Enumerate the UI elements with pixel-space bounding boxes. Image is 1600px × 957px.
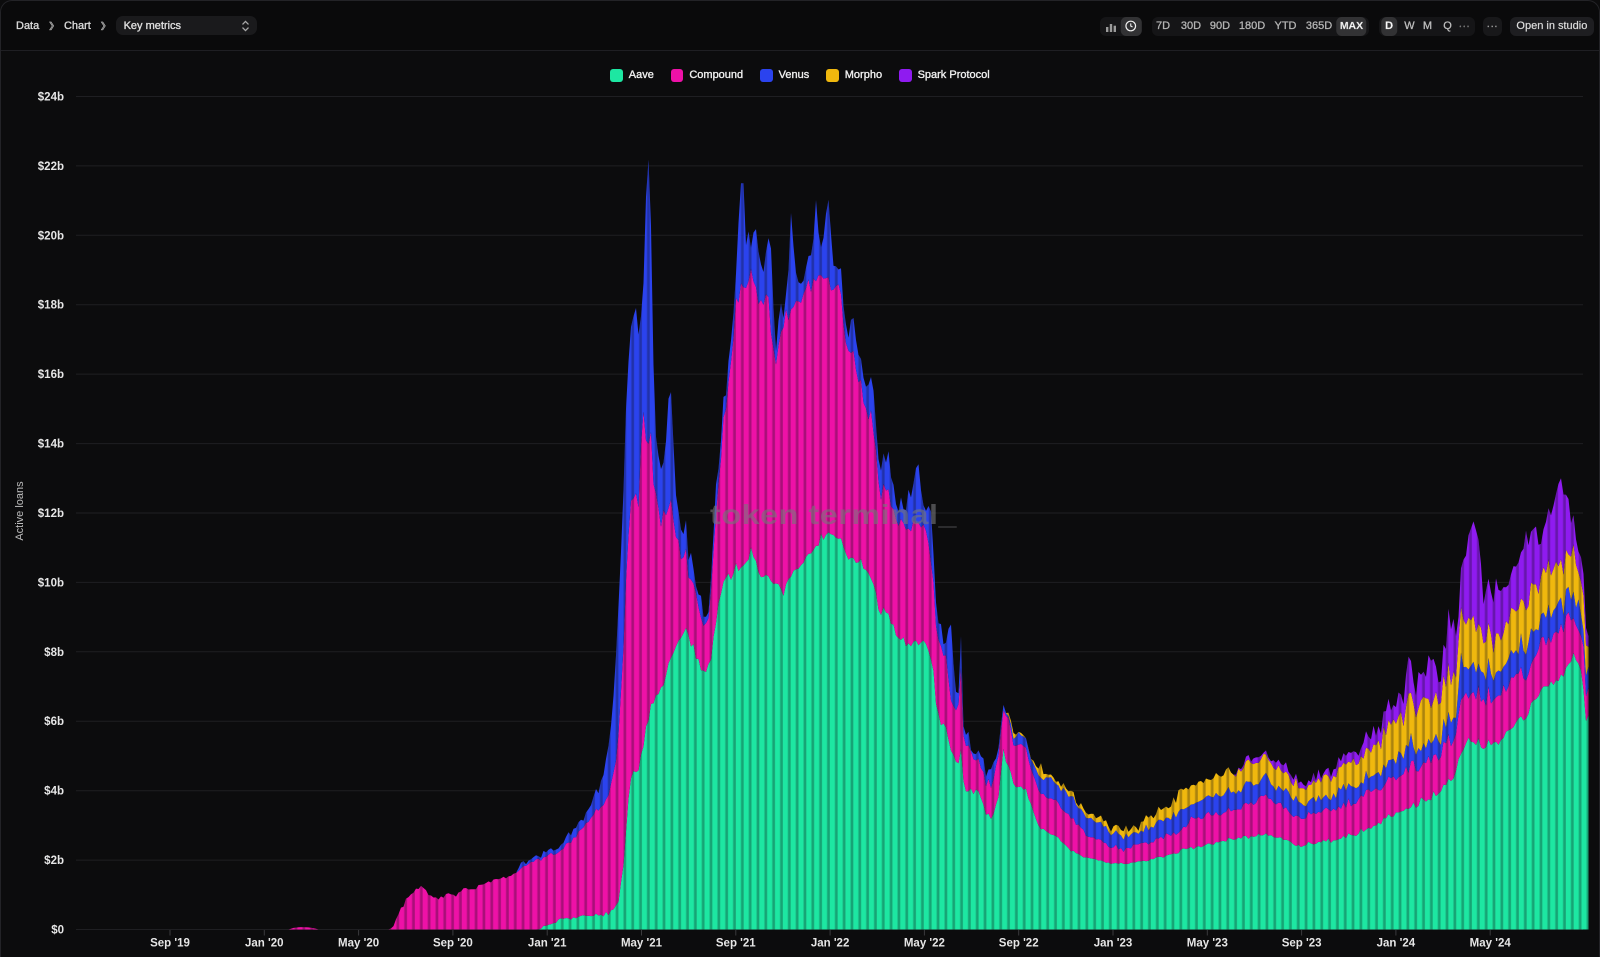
svg-text:$0: $0 — [51, 925, 64, 937]
svg-text:May '24: May '24 — [1470, 938, 1512, 950]
svg-text:Jan '24: Jan '24 — [1377, 938, 1416, 950]
svg-text:Sep '21: Sep '21 — [716, 938, 756, 950]
svg-text:$16b: $16b — [38, 369, 64, 381]
svg-text:$8b: $8b — [44, 647, 64, 659]
svg-text:$22b: $22b — [38, 161, 64, 173]
svg-text:Active loans: Active loans — [14, 481, 26, 541]
svg-text:$20b: $20b — [38, 230, 64, 242]
svg-text:$12b: $12b — [38, 508, 64, 520]
svg-text:May '21: May '21 — [621, 938, 663, 950]
svg-text:Jan '21: Jan '21 — [528, 938, 567, 950]
svg-text:$10b: $10b — [38, 577, 64, 589]
svg-text:$24b: $24b — [38, 92, 64, 104]
svg-text:$2b: $2b — [44, 855, 64, 867]
svg-text:Jan '20: Jan '20 — [245, 938, 284, 950]
svg-text:Jan '23: Jan '23 — [1094, 938, 1133, 950]
svg-text:Sep '23: Sep '23 — [1282, 938, 1322, 950]
svg-text:May '23: May '23 — [1187, 938, 1228, 950]
svg-text:Sep '22: Sep '22 — [999, 938, 1039, 950]
svg-text:Jan '22: Jan '22 — [811, 938, 850, 950]
svg-text:Sep '20: Sep '20 — [433, 938, 473, 950]
svg-text:token terminal_: token terminal_ — [710, 499, 957, 530]
svg-text:$14b: $14b — [38, 439, 64, 451]
svg-text:May '22: May '22 — [904, 938, 945, 950]
svg-text:$18b: $18b — [38, 300, 64, 312]
svg-text:Sep '19: Sep '19 — [150, 938, 190, 950]
svg-text:May '20: May '20 — [338, 938, 379, 950]
svg-text:$4b: $4b — [44, 786, 64, 798]
svg-text:$6b: $6b — [44, 716, 64, 728]
